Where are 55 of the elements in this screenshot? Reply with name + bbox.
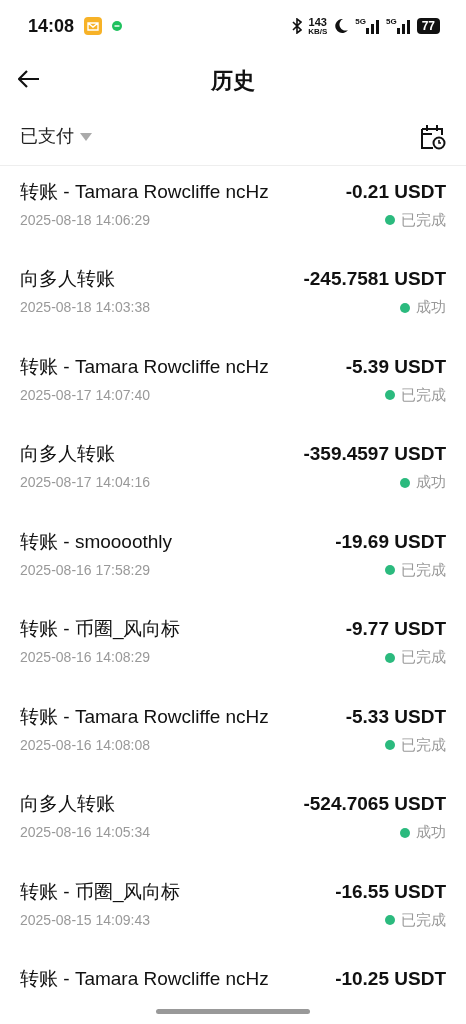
- chat-icon: [112, 21, 123, 31]
- transaction-status: 已完成: [401, 734, 446, 755]
- transaction-status: 成功: [416, 297, 446, 318]
- status-filter-dropdown[interactable]: 已支付: [20, 123, 92, 150]
- transaction-amount: -359.4597 USDT: [303, 442, 446, 467]
- transaction-status: 已完成: [401, 909, 446, 930]
- transaction-title: 向多人转账: [20, 442, 115, 467]
- transaction-date: 2025-08-16 14:08:29: [20, 648, 150, 667]
- status-time: 14:08: [28, 14, 75, 38]
- transaction-amount: -5.39 USDT: [345, 354, 446, 379]
- transaction-amount: -245.7581 USDT: [303, 267, 446, 292]
- calendar-icon[interactable]: [420, 123, 446, 150]
- transaction-title: 向多人转账: [20, 792, 115, 817]
- transaction-status: 已完成: [401, 647, 446, 668]
- transaction-date: 2025-08-16 14:05:34: [20, 823, 150, 842]
- transaction-title: 转账 - Tamara Rowcliffe ncHz: [20, 354, 269, 379]
- bluetooth-icon: [292, 18, 303, 34]
- transaction-status: 成功: [416, 472, 446, 493]
- transaction-status: 已完成: [401, 209, 446, 230]
- transaction-title: 转账 - Tamara Rowcliffe ncHz: [20, 179, 269, 204]
- network-type: 5G: [355, 18, 366, 26]
- transaction-amount: -16.55 USDT: [335, 879, 446, 904]
- mail-icon: [84, 17, 103, 35]
- transaction-status: 已完成: [401, 559, 446, 580]
- transaction-date: 2025-08-18 14:06:29: [20, 210, 150, 230]
- network-speed: 143: [308, 16, 327, 28]
- battery-indicator: 77: [416, 18, 440, 34]
- page-title: 历史: [211, 66, 255, 95]
- signal-icon: [396, 18, 411, 34]
- transaction-title: 转账 - 币圈_风向标: [20, 879, 181, 905]
- moon-icon: [333, 18, 350, 34]
- transaction-title: 向多人转账: [20, 267, 115, 292]
- transaction-status: 成功: [416, 822, 446, 843]
- network-speed-unit: KB/S: [308, 27, 328, 36]
- transaction-amount: -10.25 USDT: [335, 967, 446, 992]
- transaction-title: 转账 - Tamara Rowcliffe ncHz: [20, 704, 269, 729]
- transaction-amount: -0.21 USDT: [345, 179, 446, 204]
- transaction-title: 转账 - Tamara Rowcliffe ncHz: [20, 967, 269, 992]
- transaction-amount: -19.69 USDT: [335, 529, 446, 554]
- back-arrow-icon[interactable]: [18, 70, 40, 88]
- transaction-date: 2025-08-18 14:03:38: [20, 298, 150, 317]
- transaction-date: 2025-08-16 14:08:08: [20, 735, 150, 755]
- caret-icon: [80, 132, 92, 141]
- transaction-date: 2025-08-17 14:04:16: [20, 473, 150, 492]
- transaction-amount: -524.7065 USDT: [303, 792, 446, 817]
- transaction-amount: -5.33 USDT: [345, 704, 446, 729]
- transaction-date: 2025-08-17 14:07:40: [20, 385, 150, 405]
- signal-icon: [365, 18, 380, 34]
- transaction-title: 转账 - 币圈_风向标: [20, 617, 181, 642]
- transaction-date: 2025-08-15 14:09:43: [20, 910, 150, 930]
- transaction-status: 已完成: [401, 384, 446, 405]
- transaction-date: 2025-08-16 17:58:29: [20, 560, 150, 580]
- transaction-title: 转账 - smoooothly: [20, 529, 173, 554]
- transaction-amount: -9.77 USDT: [345, 617, 446, 642]
- network-type: 5G: [385, 18, 397, 26]
